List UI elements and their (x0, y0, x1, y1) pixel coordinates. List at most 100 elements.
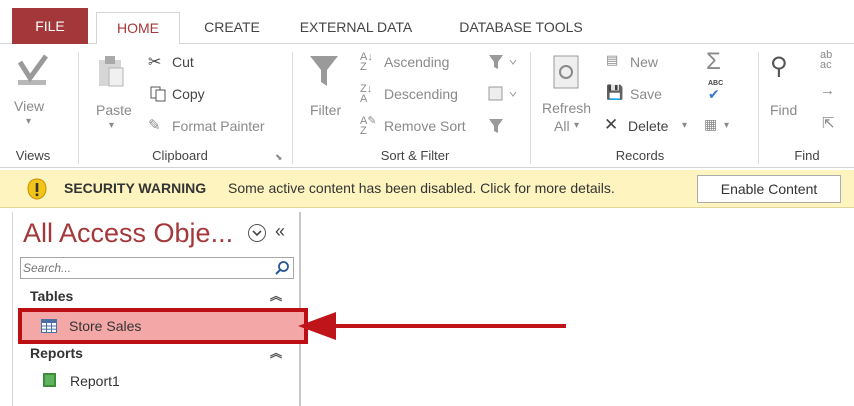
dialog-launcher-icon[interactable]: ⬊ (275, 152, 283, 163)
go-to-arrow-icon[interactable]: → (820, 82, 835, 99)
paste-button[interactable]: Paste ▾ (90, 50, 134, 138)
chevron-down-icon: ▾ (682, 120, 688, 131)
tab-home[interactable]: HOME (96, 12, 180, 45)
delete-x-icon: ✕ (604, 115, 619, 134)
remove-sort-label: Remove Sort (384, 118, 466, 134)
enable-content-button[interactable]: Enable Content (697, 175, 841, 203)
group-divider (292, 52, 293, 164)
toggle-filter-icon[interactable] (488, 118, 504, 134)
paste-icon (99, 56, 124, 87)
copy-icon (150, 86, 166, 102)
find-label: Find (770, 102, 798, 118)
search-icon[interactable] (274, 260, 290, 276)
search-input[interactable] (23, 259, 263, 277)
copy-button[interactable]: Copy (148, 84, 228, 106)
annotation-arrow-icon (298, 312, 566, 340)
funnel-icon (310, 56, 338, 86)
refresh-all-button[interactable]: Refresh All ▾ (540, 50, 598, 146)
cut-button[interactable]: ✂ Cut (148, 52, 228, 74)
group-label-sort-filter: Sort & Filter (380, 148, 450, 163)
filter-button[interactable]: Filter (304, 50, 346, 138)
advanced-filter-icon[interactable] (488, 86, 518, 102)
selection-filter-icon[interactable] (488, 54, 518, 70)
binoculars-icon: ⚲ (770, 53, 788, 80)
new-record-button[interactable]: ▤ New (606, 52, 676, 74)
tab-database-tools[interactable]: DATABASE TOOLS (440, 12, 602, 44)
spelling-button[interactable]: ABC ✔ (706, 80, 726, 104)
collapse-chevron-icon[interactable]: ︽ (270, 287, 282, 304)
section-label: Tables (30, 288, 74, 304)
paste-label: Paste (96, 102, 132, 118)
ascending-label: Ascending (384, 54, 450, 70)
section-label: Reports (30, 345, 83, 361)
copy-label: Copy (172, 86, 205, 102)
group-label-records: Records (615, 148, 665, 163)
tab-external-data[interactable]: EXTERNAL DATA (286, 12, 426, 44)
refresh-all-label: All (554, 118, 570, 134)
ribbon: View ▾ Views Paste ▾ ✂ Cut Copy ✎ Format… (0, 44, 854, 168)
descending-button[interactable]: Z↓ A Descending (360, 84, 470, 106)
refresh-icon (553, 55, 579, 89)
nav-search-box[interactable] (20, 257, 294, 279)
new-label: New (630, 54, 659, 70)
nav-section-tables[interactable]: Tables ︽ (20, 285, 294, 307)
nav-item-label: Store Sales (69, 318, 142, 334)
checkmark-icon: ✔ (708, 86, 720, 102)
chevron-down-icon: ▾ (724, 120, 730, 131)
shutter-bar-close-icon[interactable]: « (275, 221, 285, 242)
cut-label: Cut (172, 54, 194, 70)
ribbon-tabs: FILE HOME CREATE EXTERNAL DATA DATABASE … (0, 0, 854, 45)
remove-sort-button[interactable]: A✎ Z Remove Sort (360, 116, 480, 138)
save-record-button[interactable]: 💾 Save (606, 84, 676, 106)
group-label-views: Views (15, 148, 51, 163)
format-painter-button[interactable]: ✎ Format Painter (148, 116, 280, 138)
filter-label: Filter (310, 102, 342, 118)
group-divider (530, 52, 531, 164)
sort-descending-icon: Z↓ A (360, 83, 373, 105)
chevron-down-icon: ▾ (109, 120, 115, 131)
chevron-down-icon: ▾ (574, 120, 580, 131)
nav-menu-dropdown-icon[interactable] (248, 224, 266, 242)
save-icon: 💾 (606, 84, 624, 100)
sort-ascending-icon: A↓ Z (360, 51, 373, 73)
report-icon (43, 373, 56, 387)
nav-item-store-sales[interactable]: Store Sales (18, 308, 308, 344)
descending-label: Descending (384, 86, 458, 102)
nav-section-reports[interactable]: Reports ︽ (20, 342, 294, 364)
security-warning-message[interactable]: Some active content has been disabled. C… (228, 180, 615, 196)
remove-sort-icon: A✎ Z (360, 115, 377, 137)
nav-item-label: Report1 (70, 373, 120, 389)
security-warning-bar: SECURITY WARNING Some active content has… (0, 170, 854, 208)
new-record-icon: ▤ (606, 52, 619, 67)
tab-file[interactable]: FILE (12, 8, 88, 44)
format-painter-label: Format Painter (172, 118, 265, 134)
save-label: Save (630, 86, 662, 102)
collapse-chevron-icon[interactable]: ︽ (270, 344, 282, 361)
table-icon (41, 319, 57, 333)
delete-label: Delete (628, 118, 669, 134)
nav-pane-title[interactable]: All Access Obje... (23, 218, 233, 249)
view-icon (17, 54, 48, 85)
tab-create[interactable]: CREATE (190, 12, 274, 44)
delete-record-button[interactable]: ✕ Delete ▾ (604, 115, 690, 138)
navigation-pane: All Access Obje... « Tables ︽ Store Sale… (12, 212, 308, 406)
find-button[interactable]: ⚲ Find (766, 50, 806, 138)
view-button[interactable]: View ▾ (12, 50, 52, 138)
chevron-down-icon: ▾ (26, 116, 32, 127)
view-label: View (14, 98, 45, 114)
replace-icon[interactable]: ab ac (820, 50, 832, 71)
more-grid-icon: ▦ (704, 116, 718, 132)
refresh-label: Refresh (542, 100, 592, 116)
more-records-button[interactable]: ▦ ▾ (704, 116, 740, 138)
nav-item-report1[interactable]: Report1 (20, 367, 294, 395)
security-warning-title: SECURITY WARNING (64, 180, 207, 196)
select-cursor-icon[interactable]: ⇱ (822, 114, 835, 132)
totals-sigma-icon[interactable]: Σ (706, 48, 721, 76)
scissors-icon: ✂ (148, 54, 162, 71)
ascending-button[interactable]: A↓ Z Ascending (360, 52, 470, 74)
group-divider (78, 52, 79, 164)
group-divider (758, 52, 759, 164)
group-label-find: Find (794, 148, 820, 163)
brush-icon: ✎ (148, 117, 161, 134)
warning-shield-icon (27, 178, 47, 200)
